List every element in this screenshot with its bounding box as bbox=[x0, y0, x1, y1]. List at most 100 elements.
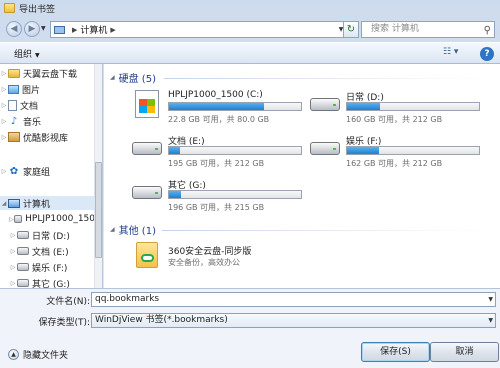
collapse-icon[interactable]: ◢ bbox=[0, 200, 8, 207]
nav-item-label: 家庭组 bbox=[23, 167, 51, 178]
group-divider bbox=[162, 230, 484, 231]
other-item-description: 安全备份，高效办公 bbox=[168, 258, 240, 267]
drive-size: 160 GB 可用，共 212 GB bbox=[346, 115, 443, 124]
collapse-icon[interactable]: ◢ bbox=[110, 226, 115, 233]
nav-item-tianyi-downloads[interactable]: ▷ 天翼云盘下载 bbox=[0, 66, 95, 80]
filename-label: 文件名(N): bbox=[46, 297, 90, 307]
drive-tile-f[interactable]: 娱乐 (F:) 162 GB 可用，共 212 GB bbox=[310, 132, 500, 172]
nav-item-youku-library[interactable]: ▷ 优酷影视库 bbox=[0, 130, 95, 144]
windows-drive-icon bbox=[135, 90, 159, 118]
nav-item-pictures[interactable]: ▷ 图片 bbox=[0, 82, 95, 96]
export-bookmarks-dialog: 导出书签 ◀ ▶ ▼ ▶ 计算机 ▶ ▼ ↻ 搜索 计算机 ⚲ 组织 ▼ ☷ ▾ … bbox=[0, 0, 500, 368]
expand-icon[interactable]: ▷ bbox=[9, 232, 17, 239]
organize-menu[interactable]: 组织 ▼ bbox=[14, 47, 40, 60]
chevron-down-icon[interactable]: ▼ bbox=[488, 293, 493, 306]
navigation-pane[interactable]: ▷ 天翼云盘下载 ▷ 图片 ▷ 文档 ▷ ♪ 音乐 ▷ 优酷影视库 ▷ ✿ 家庭… bbox=[0, 64, 103, 288]
drive-icon bbox=[310, 142, 340, 155]
filename-input[interactable]: qq.bookmarks ▼ bbox=[91, 292, 496, 307]
chevron-down-icon[interactable]: ▼ bbox=[488, 314, 493, 327]
drive-size: 162 GB 可用，共 212 GB bbox=[346, 159, 443, 168]
cancel-button[interactable]: 取消 bbox=[430, 342, 499, 362]
nav-item-drive-f[interactable]: ▷ 娱乐 (F:) bbox=[0, 260, 95, 274]
nav-item-label: 其它 (G:) bbox=[32, 279, 70, 289]
drive-usage-fill bbox=[347, 147, 379, 154]
music-icon: ♪ bbox=[10, 115, 18, 127]
expand-icon[interactable]: ▷ bbox=[9, 248, 17, 255]
save-button[interactable]: 保存(S) bbox=[361, 342, 430, 362]
nav-item-label: 娱乐 (F:) bbox=[32, 263, 68, 274]
expand-icon[interactable]: ▷ bbox=[0, 102, 8, 109]
computer-icon bbox=[8, 198, 20, 208]
toolbar: 组织 ▼ ☷ ▾ ? bbox=[0, 42, 500, 64]
content-pane[interactable]: ◢ 硬盘 (5) HPLJP1000_1500 (C:) 22.8 GB 可用，… bbox=[104, 64, 500, 288]
back-button[interactable]: ◀ bbox=[6, 21, 22, 37]
nav-item-label: 天翼云盘下载 bbox=[23, 69, 78, 80]
group-header-drives[interactable]: ◢ 硬盘 (5) bbox=[110, 70, 156, 85]
view-options-icon[interactable]: ☷ ▾ bbox=[443, 47, 465, 61]
expand-icon[interactable]: ▷ bbox=[0, 168, 8, 175]
nav-item-music[interactable]: ▷ ♪ 音乐 bbox=[0, 114, 95, 128]
recent-pages-dropdown[interactable]: ▼ bbox=[41, 25, 46, 32]
drive-icon bbox=[132, 142, 162, 155]
hide-folders-toggle[interactable]: ▲ 隐藏文件夹 bbox=[8, 348, 68, 361]
breadcrumb-separator-icon[interactable]: ▶ bbox=[110, 26, 115, 34]
expand-icon[interactable]: ▷ bbox=[0, 86, 8, 93]
drive-tile-g[interactable]: 其它 (G:) 196 GB 可用，共 215 GB bbox=[132, 176, 322, 216]
drive-icon bbox=[17, 263, 29, 271]
other-item-name: 360安全云盘-同步版 bbox=[168, 247, 252, 257]
pictures-icon bbox=[8, 84, 19, 94]
drive-usage-bar bbox=[346, 146, 480, 155]
breadcrumb-computer[interactable]: 计算机 bbox=[80, 23, 107, 36]
expand-icon[interactable]: ▷ bbox=[0, 118, 8, 125]
expand-icon[interactable]: ▷ bbox=[9, 280, 17, 287]
drive-icon bbox=[17, 231, 29, 239]
nav-item-label: 优酷影视库 bbox=[23, 133, 69, 144]
search-input[interactable]: 搜索 计算机 ⚲ bbox=[361, 21, 495, 38]
nav-item-homegroup[interactable]: ▷ ✿ 家庭组 bbox=[0, 164, 95, 178]
nav-item-drive-c[interactable]: ▷ HPLJP1000_150 bbox=[0, 212, 95, 226]
filetype-label: 保存类型(T): bbox=[38, 318, 90, 328]
cloud-drive-icon bbox=[136, 242, 158, 268]
group-header-other[interactable]: ◢ 其他 (1) bbox=[110, 222, 156, 237]
navigation-row: ◀ ▶ ▼ ▶ 计算机 ▶ ▼ ↻ 搜索 计算机 ⚲ bbox=[0, 16, 500, 42]
breadcrumb-separator-icon[interactable]: ▶ bbox=[72, 26, 77, 34]
filename-value: qq.bookmarks bbox=[95, 294, 160, 304]
filetype-value: WinDjView 书签(*.bookmarks) bbox=[95, 315, 228, 325]
expand-icon[interactable]: ▷ bbox=[0, 70, 8, 77]
address-bar[interactable]: ▶ 计算机 ▶ ▼ bbox=[50, 21, 349, 38]
dialog-footer: ▲ 隐藏文件夹 保存(S) 取消 bbox=[0, 332, 500, 368]
arrow-right-icon: ▶ bbox=[28, 24, 36, 34]
nav-item-label: HPLJP1000_150 bbox=[25, 214, 95, 224]
forward-button[interactable]: ▶ bbox=[24, 21, 40, 37]
chevron-down-icon: ▼ bbox=[35, 51, 40, 59]
nav-item-computer[interactable]: ◢ 计算机 bbox=[0, 196, 95, 210]
expand-icon[interactable]: ▷ bbox=[0, 134, 8, 141]
drive-usage-bar bbox=[168, 146, 302, 155]
drive-usage-fill bbox=[169, 147, 180, 154]
drive-name: HPLJP1000_1500 (C:) bbox=[168, 90, 263, 100]
group-header-label: 硬盘 (5) bbox=[118, 73, 156, 85]
nav-item-drive-d[interactable]: ▷ 日常 (D:) bbox=[0, 228, 95, 242]
search-icon[interactable]: ⚲ bbox=[484, 23, 491, 38]
nav-item-drive-g[interactable]: ▷ 其它 (G:) bbox=[0, 276, 95, 288]
help-icon[interactable]: ? bbox=[480, 47, 494, 61]
group-header-label: 其他 (1) bbox=[118, 225, 156, 237]
drive-size: 196 GB 可用，共 215 GB bbox=[168, 203, 265, 212]
drive-usage-fill bbox=[347, 103, 380, 110]
collapse-icon[interactable]: ◢ bbox=[110, 74, 115, 81]
refresh-button[interactable]: ↻ bbox=[343, 21, 359, 38]
nav-scrollbar-thumb[interactable] bbox=[95, 162, 102, 258]
nav-item-documents[interactable]: ▷ 文档 bbox=[0, 98, 95, 112]
search-placeholder: 搜索 计算机 bbox=[371, 24, 419, 34]
expand-icon[interactable]: ▷ bbox=[9, 264, 17, 271]
nav-scrollbar[interactable] bbox=[94, 64, 102, 288]
nav-item-label: 计算机 bbox=[23, 199, 51, 210]
drive-tile-e[interactable]: 文档 (E:) 195 GB 可用，共 212 GB bbox=[132, 132, 322, 172]
drive-tile-c[interactable]: HPLJP1000_1500 (C:) 22.8 GB 可用，共 80.0 GB bbox=[132, 88, 322, 128]
filetype-select[interactable]: WinDjView 书签(*.bookmarks) ▼ bbox=[91, 313, 496, 328]
documents-icon bbox=[8, 99, 17, 111]
drive-size: 22.8 GB 可用，共 80.0 GB bbox=[168, 115, 270, 124]
nav-item-drive-e[interactable]: ▷ 文档 (E:) bbox=[0, 244, 95, 258]
drive-tile-d[interactable]: 日常 (D:) 160 GB 可用，共 212 GB bbox=[310, 88, 500, 128]
other-tile-360-cloud[interactable]: 360安全云盘-同步版 安全备份，高效办公 bbox=[136, 240, 316, 274]
